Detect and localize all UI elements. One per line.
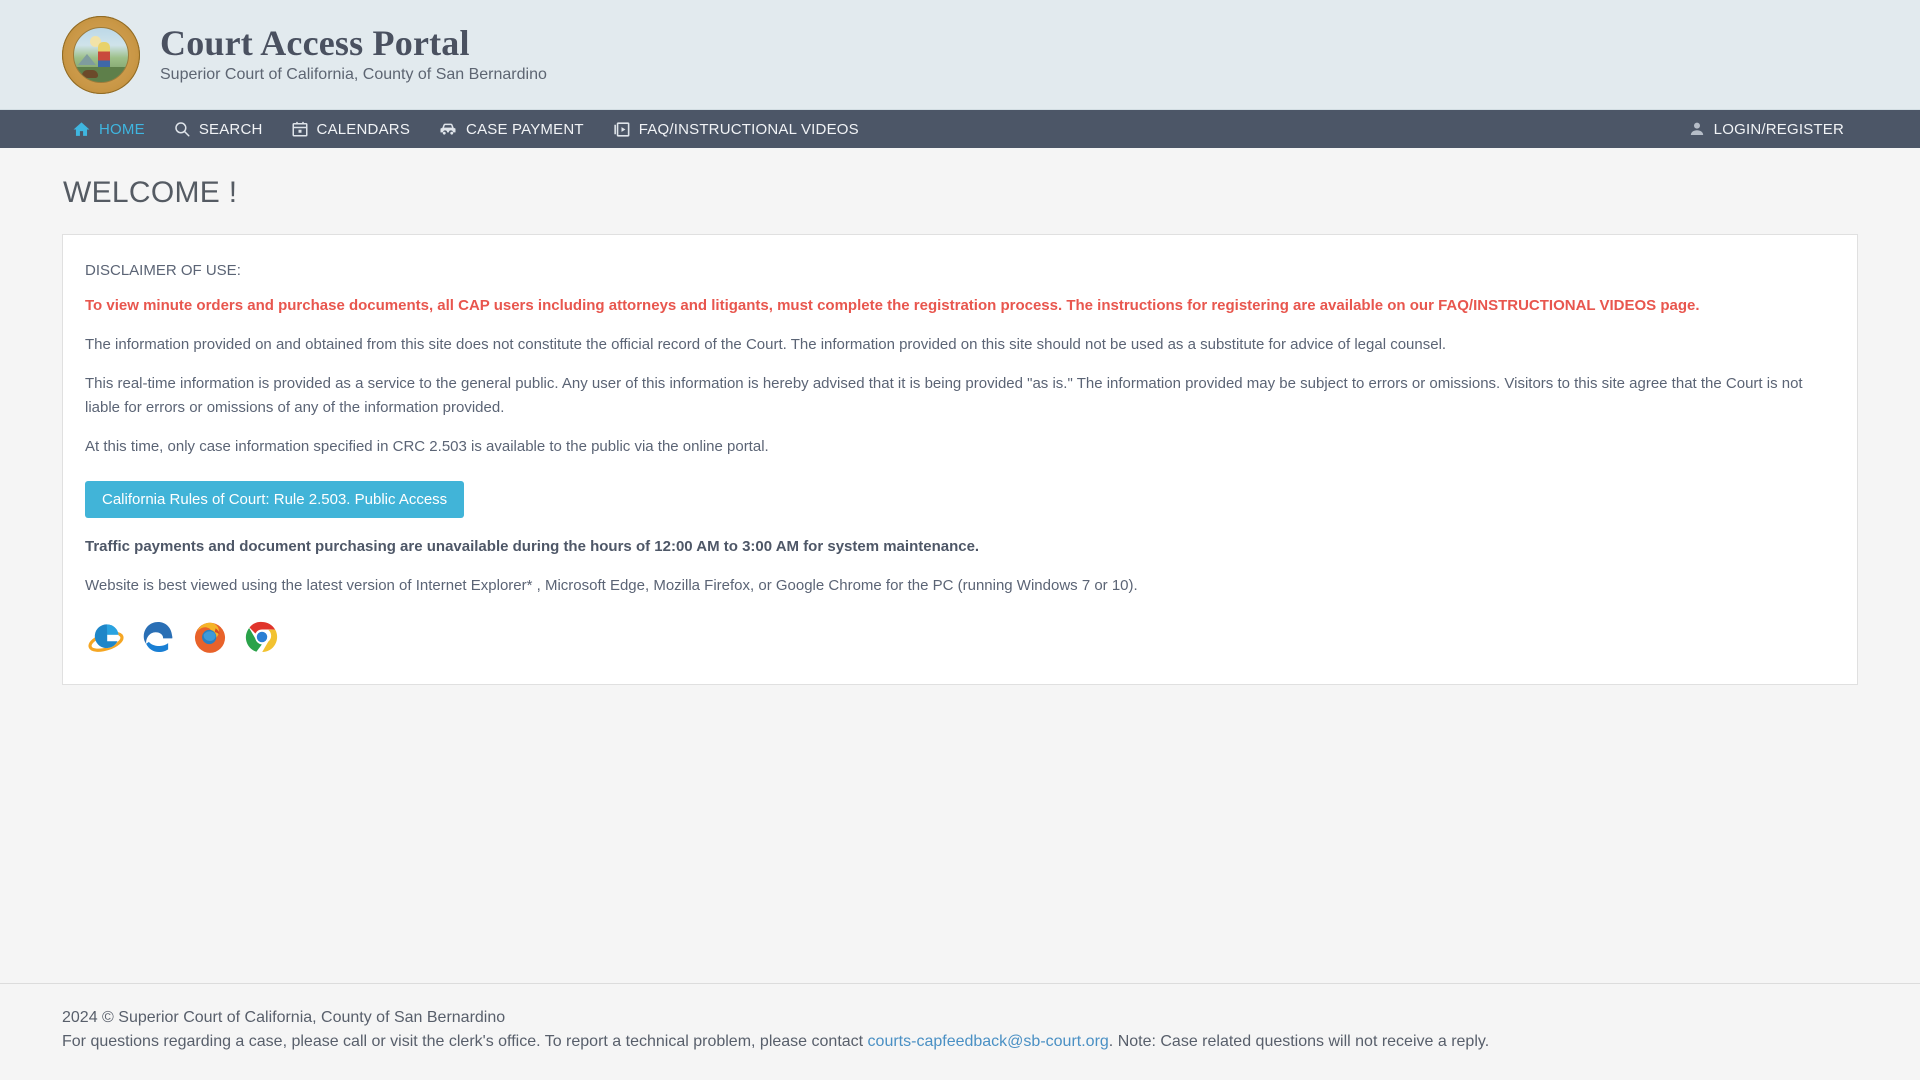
site-header: Court Access Portal Superior Court of Ca… — [0, 0, 1920, 110]
footer-contact-prefix: For questions regarding a case, please c… — [62, 1033, 868, 1050]
footer-contact: For questions regarding a case, please c… — [62, 1030, 1858, 1054]
maintenance-notice: Traffic payments and document purchasing… — [85, 538, 980, 555]
feedback-email-link[interactable]: courts-capfeedback@sb-court.org — [868, 1033, 1109, 1050]
video-icon — [612, 120, 631, 139]
navbar-items: HOME SEARCH CALENDARS CASE PAYMENT FAQ/I — [58, 110, 1674, 148]
disclaimer-panel: DISCLAIMER OF USE: To view minute orders… — [62, 234, 1858, 686]
paragraph-crc: At this time, only case information spec… — [85, 437, 769, 455]
court-seal-logo — [62, 15, 140, 94]
calendar-icon — [291, 120, 309, 138]
internet-explorer-icon — [87, 618, 125, 656]
person-icon — [1688, 120, 1706, 138]
registration-notice: To view minute orders and purchase docum… — [85, 297, 1700, 314]
paragraph-realtime: This real-time information is provided a… — [85, 375, 1803, 416]
nav-item-search[interactable]: SEARCH — [159, 110, 277, 148]
nav-item-case-payment[interactable]: CASE PAYMENT — [424, 110, 598, 148]
california-rules-of-court-button[interactable]: California Rules of Court: Rule 2.503. P… — [85, 481, 465, 518]
microsoft-edge-icon — [139, 618, 177, 656]
google-chrome-icon — [243, 618, 281, 656]
page-title: Court Access Portal — [160, 23, 470, 64]
main-navbar: HOME SEARCH CALENDARS CASE PAYMENT FAQ/I — [0, 110, 1920, 148]
search-icon — [173, 120, 191, 138]
welcome-heading: WELCOME ! — [63, 176, 238, 209]
footer-contact-suffix: . Note: Case related questions will not … — [1108, 1033, 1490, 1050]
nav-label-case-payment: CASE PAYMENT — [466, 120, 584, 138]
navbar-right: LOGIN/REGISTER — [1674, 110, 1858, 148]
mozilla-firefox-icon — [191, 618, 229, 656]
nav-label-calendars: CALENDARS — [316, 120, 411, 138]
car-icon — [438, 119, 458, 139]
nav-label-search: SEARCH — [198, 120, 263, 138]
nav-item-calendars[interactable]: CALENDARS — [277, 110, 425, 148]
paragraph-official-record: The information provided on and obtained… — [85, 336, 1447, 353]
nav-label-home: HOME — [99, 120, 145, 138]
brand-block: Court Access Portal Superior Court of Ca… — [160, 23, 547, 84]
nav-item-faq-videos[interactable]: FAQ/INSTRUCTIONAL VIDEOS — [598, 110, 873, 148]
seal-ring — [62, 15, 140, 94]
nav-label-faq-videos: FAQ/INSTRUCTIONAL VIDEOS — [638, 120, 859, 138]
site-footer: 2024 © Superior Court of California, Cou… — [0, 983, 1920, 1080]
disclaimer-heading: DISCLAIMER OF USE: — [85, 262, 241, 279]
login-register-label: LOGIN/REGISTER — [1713, 120, 1844, 138]
footer-copyright: 2024 © Superior Court of California, Cou… — [62, 1009, 506, 1026]
brand-subtitle: Superior Court of California, County of … — [160, 65, 547, 83]
login-register-button[interactable]: LOGIN/REGISTER — [1674, 110, 1858, 148]
nav-item-home[interactable]: HOME — [58, 110, 159, 148]
home-icon — [72, 120, 91, 139]
main-content: WELCOME ! DISCLAIMER OF USE: To view min… — [0, 176, 1920, 686]
browser-icons-row — [85, 618, 1835, 656]
browser-notice: Website is best viewed using the latest … — [85, 577, 1138, 594]
